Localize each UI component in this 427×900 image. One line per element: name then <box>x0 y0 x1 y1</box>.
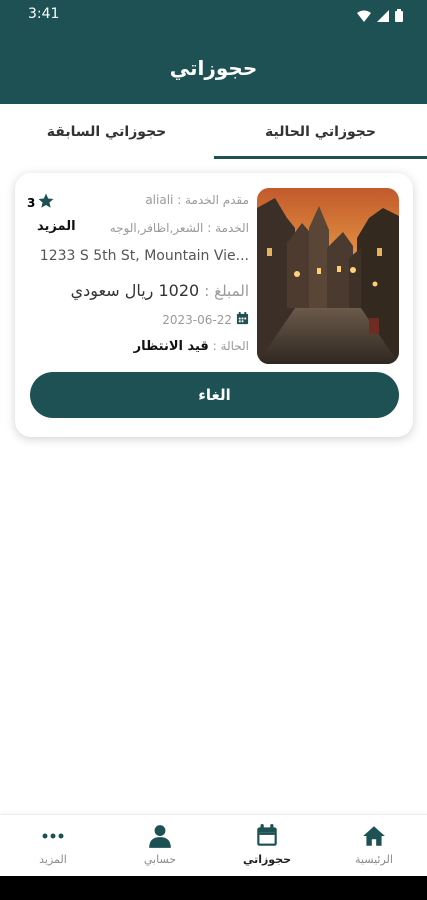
status-line: الحالة : قيد الانتظار <box>134 339 249 354</box>
service-line: الخدمة : الشعر,اظافر,الوجه <box>110 221 249 235</box>
rating: 3 <box>27 192 55 213</box>
star-icon <box>37 192 55 213</box>
tab-current-bookings[interactable]: حجوزاتي الحالية <box>214 104 427 160</box>
tab-previous-bookings[interactable]: حجوزاتي السابقة <box>0 104 213 160</box>
nav-home[interactable]: الرئيسية <box>321 815 427 877</box>
nav-bookings[interactable]: حجوزاتي <box>214 815 320 877</box>
amount-line: المبلغ : 1020 ريال سعودي <box>71 281 249 300</box>
service-image <box>257 188 399 364</box>
provider-value: aliali <box>145 193 174 207</box>
bookings-tabs: حجوزاتي الحالية حجوزاتي السابقة <box>0 104 427 160</box>
booking-date: 2023-06-22 <box>162 313 232 327</box>
home-icon <box>361 823 387 849</box>
nav-more-label: المزيد <box>39 853 67 866</box>
wifi-icon <box>357 7 371 26</box>
more-details-link[interactable]: المزيد <box>37 219 76 234</box>
nav-account[interactable]: حسابي <box>107 815 213 877</box>
booking-card: 3 المزيد مقدم الخدمة : aliali الخدمة : ا… <box>15 173 413 437</box>
address-text: 1233 S 5th St, Mountain Vie... <box>39 248 249 264</box>
calendar-icon <box>254 823 280 849</box>
person-icon <box>147 823 173 849</box>
nav-home-label: الرئيسية <box>355 853 393 866</box>
signal-icon <box>377 7 389 26</box>
nav-more[interactable]: المزيد <box>0 815 106 877</box>
app-header: 3:41 حجوزاتي <box>0 0 427 104</box>
bottom-navigation: الرئيسية حجوزاتي حسابي المزيد <box>0 814 427 876</box>
more-dots-icon <box>40 823 66 849</box>
amount-value: 1020 ريال سعودي <box>70 281 200 300</box>
provider-label: مقدم الخدمة : <box>177 193 249 207</box>
status-value: قيد الانتظار <box>133 339 209 354</box>
system-navigation-bar <box>0 876 427 900</box>
cancel-booking-button[interactable]: الغاء <box>30 372 399 418</box>
nav-account-label: حسابي <box>143 853 177 866</box>
status-icons <box>357 7 403 26</box>
active-tab-indicator <box>214 156 427 159</box>
page-title: حجوزاتي <box>169 56 258 80</box>
status-label: الحالة : <box>212 339 249 353</box>
service-value: الشعر,اظافر,الوجه <box>109 221 204 235</box>
status-bar: 3:41 <box>0 0 427 30</box>
battery-icon <box>395 7 403 26</box>
calendar-icon <box>236 312 249 328</box>
status-time: 3:41 <box>28 6 60 22</box>
rating-value: 3 <box>27 195 36 210</box>
nav-bookings-label: حجوزاتي <box>242 853 292 866</box>
provider-line: مقدم الخدمة : aliali <box>145 193 249 207</box>
amount-label: المبلغ : <box>204 282 249 300</box>
date-line: 2023-06-22 <box>162 312 249 328</box>
service-label: الخدمة : <box>207 221 249 235</box>
